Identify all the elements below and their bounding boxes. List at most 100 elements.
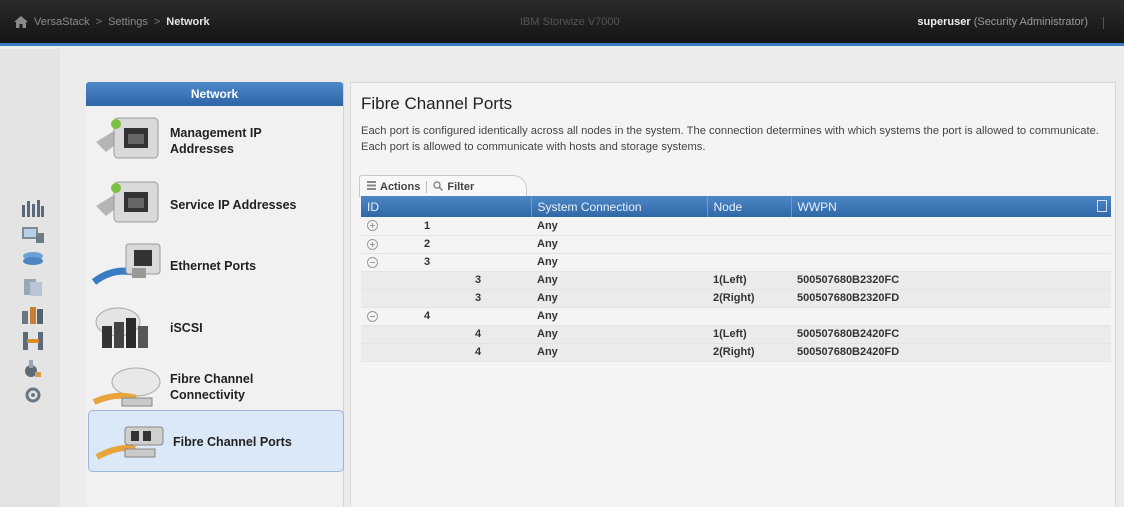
breadcrumb: VersaStack > Settings > Network: [14, 16, 210, 28]
port-id: 3: [424, 256, 431, 268]
filter-label: Filter: [447, 181, 475, 193]
port-id: 3: [475, 292, 482, 304]
port-id: 4: [475, 328, 482, 340]
nav-item-label: Service IP Addresses: [170, 198, 297, 212]
node-cell: [707, 235, 791, 254]
nav-item-label: Addresses: [170, 142, 234, 156]
actions-button[interactable]: Actions: [361, 181, 426, 193]
function-icon-rail: [0, 49, 60, 507]
iscsi-icon: [92, 300, 164, 352]
nav-item-label: Connectivity: [170, 388, 246, 402]
access-icon[interactable]: [22, 331, 44, 351]
table-row[interactable]: 4 Any 2(Right) 500507680B2420FD: [361, 343, 1111, 362]
system-connection-cell: Any: [531, 325, 707, 344]
menu-icon: [367, 181, 376, 193]
wwpn-cell: [791, 307, 1111, 326]
collapse-icon[interactable]: [367, 256, 378, 268]
table-row[interactable]: 3 Any: [361, 253, 1111, 272]
port-id: 4: [424, 310, 431, 322]
nav-item-ethernet-ports[interactable]: Ethernet Ports: [86, 234, 344, 296]
nav-item-service-ip[interactable]: Service IP Addresses: [86, 172, 344, 234]
header-divider: [1103, 17, 1104, 29]
monitoring-icon[interactable]: [22, 199, 44, 219]
ethernet-cable-icon: [91, 238, 164, 290]
page-description: Each port is configured identically acro…: [361, 125, 1099, 153]
table-header-row: ID System Connection Node WWPN: [361, 196, 1111, 217]
node-cell: 1(Left): [707, 325, 791, 344]
breadcrumb-root[interactable]: VersaStack: [34, 16, 90, 28]
system-connection-cell: Any: [531, 307, 707, 326]
user-role: (Security Administrator): [973, 16, 1088, 28]
port-id: 1: [424, 219, 431, 232]
wwpn-cell: [791, 235, 1111, 254]
table-row[interactable]: 3 Any 1(Left) 500507680B2320FC: [361, 271, 1111, 290]
node-cell: 2(Right): [707, 289, 791, 308]
nav-item-label: Fibre Channel: [170, 372, 254, 386]
column-header-wwpn[interactable]: WWPN: [791, 196, 1111, 217]
main-panel: Fibre Channel Ports Each port is configu…: [350, 82, 1116, 507]
network-adapter-icon: [92, 112, 164, 164]
nav-item-label: iSCSI: [170, 321, 203, 335]
breadcrumb-current: Network: [166, 16, 210, 28]
table-row[interactable]: 2 Any: [361, 235, 1111, 254]
system-connection-cell: Any: [531, 343, 707, 362]
column-header-wwpn-label: WWPN: [797, 199, 837, 214]
table-row[interactable]: 1 Any: [361, 217, 1111, 236]
system-name: IBM Storwize V7000: [520, 16, 620, 28]
collapse-icon[interactable]: [367, 310, 378, 322]
wwpn-cell: 500507680B2420FD: [791, 343, 1111, 362]
wwpn-cell: 500507680B2420FC: [791, 325, 1111, 344]
filter-button[interactable]: Filter: [427, 180, 480, 194]
node-cell: [707, 217, 791, 236]
system-connection-cell: Any: [531, 271, 707, 290]
nav-item-fc-ports[interactable]: Fibre Channel Ports: [88, 410, 344, 472]
network-nav-panel: Network Management IP Addresses Service …: [86, 82, 344, 507]
table-row[interactable]: 3 Any 2(Right) 500507680B2320FD: [361, 289, 1111, 308]
node-cell: 2(Right): [707, 343, 791, 362]
settings-icon[interactable]: [22, 385, 44, 405]
system-connection-cell: Any: [531, 235, 707, 254]
nav-item-label: Fibre Channel Ports: [173, 435, 292, 449]
pools-icon[interactable]: [22, 225, 44, 245]
top-bar: VersaStack > Settings > Network IBM Stor…: [0, 0, 1124, 46]
node-cell: [707, 253, 791, 272]
breadcrumb-settings[interactable]: Settings: [108, 16, 148, 28]
copy-services-icon[interactable]: [22, 305, 44, 325]
nav-item-management-ip[interactable]: Management IP Addresses: [86, 108, 344, 170]
column-chooser-icon[interactable]: [1097, 200, 1107, 212]
fc-ports-table: ID System Connection Node WWPN 1 Any 2 A…: [361, 196, 1111, 362]
table-row[interactable]: 4 Any 1(Left) 500507680B2420FC: [361, 325, 1111, 344]
port-id: 4: [475, 346, 482, 358]
table-row[interactable]: 4 Any: [361, 307, 1111, 326]
expand-icon[interactable]: [367, 238, 378, 250]
volumes-icon[interactable]: [22, 249, 44, 269]
actions-label: Actions: [380, 181, 421, 193]
breadcrumb-separator: >: [153, 16, 161, 28]
nav-item-label: Ethernet Ports: [170, 259, 257, 273]
column-header-system-connection[interactable]: System Connection: [531, 196, 708, 217]
column-header-node[interactable]: Node: [707, 196, 792, 217]
hosts-icon[interactable]: [22, 277, 44, 297]
user-info[interactable]: superuser (Security Administrator): [917, 16, 1088, 28]
fibre-channel-connectivity-icon: [92, 362, 164, 414]
search-icon: [433, 180, 444, 194]
nav-item-iscsi[interactable]: iSCSI: [86, 296, 344, 358]
column-header-id[interactable]: ID: [361, 196, 532, 217]
wwpn-cell: 500507680B2320FD: [791, 289, 1111, 308]
page-title: Fibre Channel Ports: [361, 94, 513, 113]
network-adapter-icon: [92, 176, 164, 228]
home-icon[interactable]: [14, 16, 28, 28]
fibre-channel-ports-icon: [95, 415, 167, 467]
port-id: 2: [424, 238, 431, 250]
lock-icon[interactable]: [22, 359, 44, 379]
wwpn-cell: [791, 217, 1111, 236]
user-name: superuser: [917, 16, 971, 28]
node-cell: 1(Left): [707, 271, 791, 290]
nav-title: Network: [86, 82, 343, 106]
table-toolbar: Actions Filter: [361, 178, 480, 196]
expand-icon[interactable]: [367, 220, 378, 232]
system-connection-cell: Any: [531, 289, 707, 308]
system-connection-cell: Any: [531, 217, 707, 236]
wwpn-cell: [791, 253, 1111, 272]
nav-item-label: Management IP: [170, 126, 262, 140]
